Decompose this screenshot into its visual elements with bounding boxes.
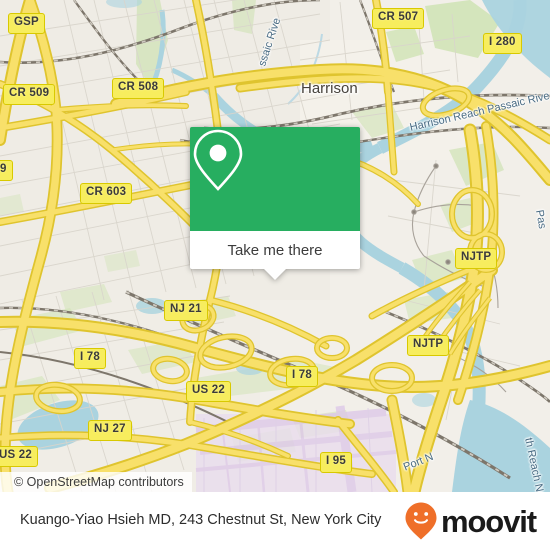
take-me-there-button[interactable]: Take me there [190, 231, 360, 280]
road-shield: NJTP [407, 335, 450, 356]
osm-attribution[interactable]: © OpenStreetMap contributors [0, 472, 192, 492]
road-shield: I 280 [483, 33, 522, 54]
road-shield: NJ 21 [164, 300, 208, 321]
road-shield: NJ 27 [88, 420, 132, 441]
location-caption: Kuango-Yiao Hsieh MD, 243 Chestnut St, N… [20, 512, 382, 529]
road-shield: CR 603 [80, 183, 133, 204]
road-shield: NJTP [455, 248, 498, 269]
road-shield: US 22 [186, 381, 231, 402]
road-shield: I 78 [74, 348, 106, 369]
popup-pointer-tail [264, 269, 286, 280]
map-screenshot: CR 507 I 280 GSP CR 508 CR 509 9 CR 603 … [0, 0, 550, 550]
place-label-harrison: Harrison [301, 80, 358, 97]
map-pin-icon [193, 129, 243, 191]
road-shield: 9 [0, 160, 13, 181]
take-me-there-label: Take me there [227, 241, 323, 259]
road-shield: CR 509 [3, 84, 56, 105]
road-shield: CR 508 [112, 78, 165, 99]
moovit-brand[interactable]: moovit [404, 501, 537, 541]
popup-image-panel [190, 127, 360, 231]
location-popup-card[interactable]: Take me there [190, 127, 360, 280]
road-shield: GSP [8, 13, 45, 34]
road-shield: I 95 [320, 452, 352, 473]
map-canvas[interactable]: CR 507 I 280 GSP CR 508 CR 509 9 CR 603 … [0, 0, 550, 492]
road-shield: CR 507 [372, 8, 425, 29]
moovit-smiley-pin-icon [405, 502, 437, 540]
road-shield: US 22 [0, 446, 38, 467]
footer-bar: Kuango-Yiao Hsieh MD, 243 Chestnut St, N… [0, 492, 550, 550]
moovit-wordmark: moovit [440, 503, 537, 539]
road-shield: I 78 [286, 366, 318, 387]
